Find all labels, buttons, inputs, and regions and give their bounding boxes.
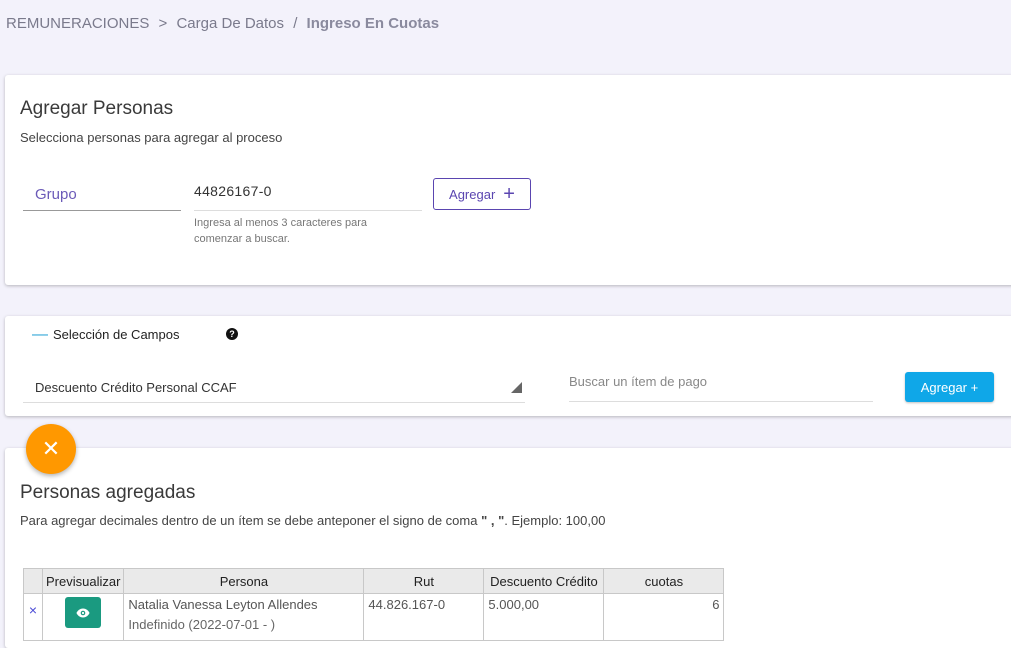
rut-cell: 44.826.167-0: [363, 593, 485, 641]
column-header-preview: Previsualizar: [41, 568, 125, 594]
decimal-note: Para agregar decimales dentro de un ítem…: [20, 513, 605, 528]
decimal-note-sign: " , ": [481, 513, 505, 528]
breadcrumb-current: Ingreso En Cuotas: [306, 15, 440, 32]
plus-icon: +: [503, 183, 515, 205]
close-fab-button[interactable]: ✕: [26, 424, 76, 474]
payment-item-select[interactable]: Descuento Crédito Personal CCAF: [23, 371, 525, 403]
column-header-rut: Rut: [363, 568, 485, 594]
add-people-subtitle: Selecciona personas para agregar al proc…: [20, 130, 283, 145]
group-label: Grupo: [35, 186, 77, 203]
descuento-cell[interactable]: 5.000,00: [483, 593, 605, 641]
field-selection-card: — Selección de Campos ? Descuento Crédit…: [5, 316, 1011, 416]
breadcrumb-separator: >: [158, 15, 168, 32]
group-selector[interactable]: Grupo: [23, 179, 181, 211]
added-people-table: Previsualizar Persona Rut Descuento Créd…: [23, 568, 725, 641]
column-header-cuotas: cuotas: [603, 568, 725, 594]
rut-search-input[interactable]: [194, 183, 414, 199]
added-people-title: Personas agregadas: [20, 482, 196, 503]
breadcrumb-separator: /: [293, 15, 298, 32]
add-people-card: Agregar Personas Selecciona personas par…: [5, 75, 1011, 285]
breadcrumb: REMUNERACIONES > Carga De Datos / Ingres…: [6, 15, 439, 32]
table-header-row: Previsualizar Persona Rut Descuento Créd…: [23, 568, 725, 594]
payment-item-search-field: [569, 368, 873, 402]
add-payment-item-button[interactable]: Agregar +: [905, 372, 994, 402]
breadcrumb-root[interactable]: REMUNERACIONES: [6, 15, 149, 32]
persona-name: Natalia Vanessa Leyton Allendes: [128, 597, 318, 612]
rut-search-hint: Ingresa al menos 3 caracteres para comen…: [194, 217, 368, 245]
dropdown-triangle-icon: [511, 382, 522, 393]
add-person-label: Agregar: [449, 186, 496, 202]
help-icon[interactable]: ?: [226, 328, 238, 340]
added-people-card: Personas agregadas Para agregar decimale…: [5, 448, 1011, 648]
field-selection-title[interactable]: Selección de Campos: [53, 327, 179, 342]
payment-item-search-input[interactable]: [569, 374, 869, 389]
add-person-button[interactable]: Agregar +: [433, 178, 531, 210]
eye-icon: [76, 608, 90, 617]
column-header-persona: Persona: [123, 568, 365, 594]
collapse-icon[interactable]: —: [32, 326, 48, 344]
close-icon: ✕: [41, 436, 61, 461]
rut-search-field: [194, 177, 422, 211]
cuotas-cell[interactable]: 6: [603, 593, 725, 641]
column-header-descuento: Descuento Crédito: [483, 568, 605, 594]
payment-item-selected: Descuento Crédito Personal CCAF: [35, 380, 237, 395]
delete-row-icon[interactable]: ×: [24, 602, 42, 618]
table-row: × Natalia Vanessa Leyton Allendes Indefi…: [23, 593, 725, 641]
preview-button[interactable]: [65, 597, 102, 628]
decimal-note-suffix: . Ejemplo: 100,00: [504, 513, 606, 528]
persona-period: Indefinido (2022-07-01 - ): [128, 617, 276, 632]
breadcrumb-middle[interactable]: Carga De Datos: [176, 15, 284, 32]
decimal-note-prefix: Para agregar decimales dentro de un ítem…: [20, 513, 482, 528]
add-people-title: Agregar Personas: [20, 98, 174, 119]
column-header-actions: [23, 568, 43, 594]
